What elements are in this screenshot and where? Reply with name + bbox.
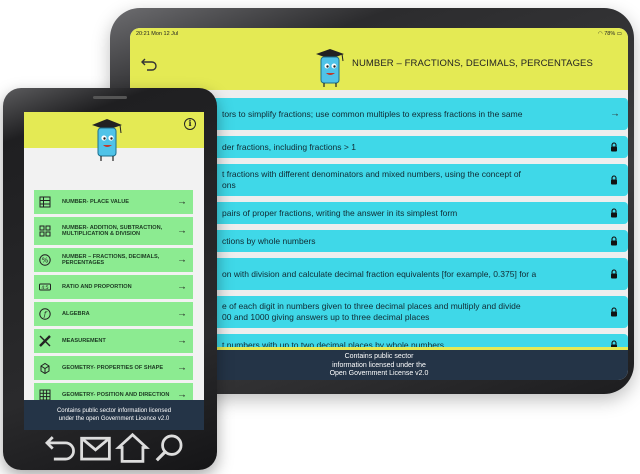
app-header: NUMBER – FRACTIONS, DECIMALS, PERCENTAGE… — [130, 40, 628, 90]
phone-screen: i Number- Place Value → Number- Addition… — [24, 112, 204, 430]
page-title: NUMBER – FRACTIONS, DECIMALS, PERCENTAGE… — [352, 58, 593, 69]
lock-icon — [611, 142, 617, 152]
phone-speaker — [93, 96, 127, 99]
percent-icon: % — [39, 254, 51, 266]
device-mockup: 20:21 Mon 12 Jul ◠ 78% ▭ NUMBER – FRACTI… — [0, 0, 640, 474]
arrow-right-icon: → — [177, 362, 187, 374]
back-icon[interactable] — [138, 54, 158, 74]
license-footer: Contains public sector information licen… — [24, 400, 204, 430]
ruler-icon — [39, 335, 51, 347]
arrow-right-icon: → — [177, 335, 187, 347]
operations-icon — [39, 225, 51, 237]
back-icon[interactable] — [40, 429, 77, 466]
topic-item[interactable]: Number- Place Value → — [34, 190, 193, 214]
topic-item[interactable]: 4:5 Ratio and Proportion → — [34, 275, 193, 299]
arrow-right-icon: → — [177, 196, 187, 208]
cube-icon — [40, 362, 50, 374]
arrow-right-icon: → — [610, 108, 620, 120]
topic-item[interactable]: Geometry- Position and Direction → — [34, 383, 193, 400]
home-icon[interactable] — [114, 429, 151, 466]
topic-item[interactable]: Number- Addition, Subtraction, Multiplic… — [34, 217, 193, 245]
topic-list: Number- Place Value → Number- Addition, … — [24, 190, 204, 400]
arrow-right-icon: → — [177, 254, 187, 266]
status-time: 20:21 Mon 12 Jul — [136, 31, 179, 37]
mascot-icon — [92, 119, 122, 161]
search-icon[interactable] — [151, 429, 188, 466]
lock-icon — [611, 307, 617, 317]
lock-icon — [611, 208, 617, 218]
grid-icon — [39, 389, 51, 400]
phone-nav-bar — [24, 432, 204, 463]
arrow-right-icon: → — [177, 281, 187, 293]
info-icon[interactable]: i — [184, 118, 196, 130]
topic-item[interactable]: Geometry- Properties of Shape → — [34, 356, 193, 380]
svg-text:4:5: 4:5 — [41, 285, 48, 291]
place-value-icon — [39, 196, 51, 208]
algebra-icon: f — [39, 308, 51, 320]
arrow-right-icon: → — [177, 225, 187, 237]
status-bar: 20:21 Mon 12 Jul ◠ 78% ▭ — [130, 28, 628, 40]
svg-text:%: % — [42, 256, 49, 264]
lock-icon — [611, 175, 617, 185]
topic-item[interactable]: % Number – Fractions, Decimals, Percenta… — [34, 248, 193, 272]
phone-device: i Number- Place Value → Number- Addition… — [3, 88, 217, 470]
status-battery: ◠ 78% ▭ — [597, 31, 622, 37]
lock-icon — [611, 269, 617, 279]
svg-text:f: f — [43, 311, 48, 319]
lock-icon — [611, 236, 617, 246]
topic-item[interactable]: Measurement → — [34, 329, 193, 353]
arrow-right-icon: → — [177, 308, 187, 320]
mail-icon[interactable] — [77, 429, 114, 466]
ratio-icon: 4:5 — [39, 283, 51, 291]
topic-item[interactable]: f Algebra → — [34, 302, 193, 326]
arrow-right-icon: → — [177, 389, 187, 400]
mascot-icon — [316, 49, 344, 87]
